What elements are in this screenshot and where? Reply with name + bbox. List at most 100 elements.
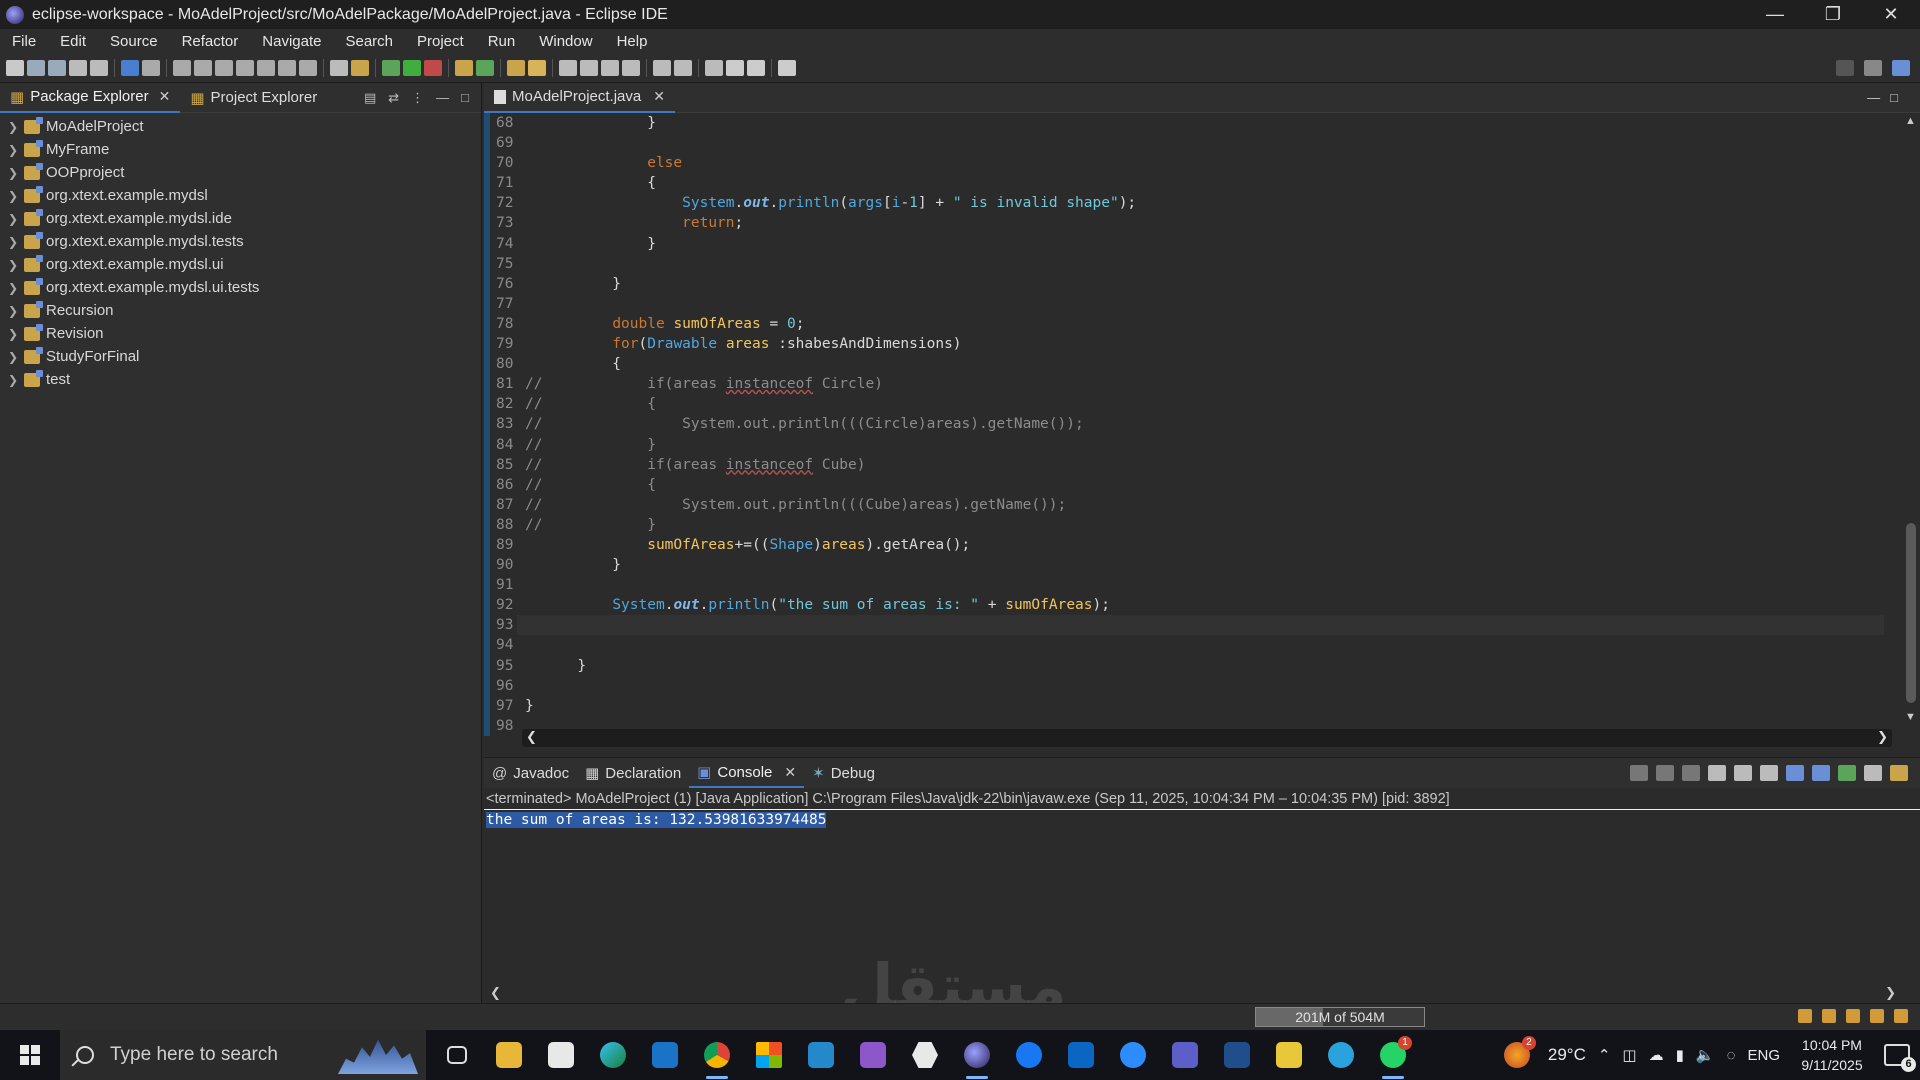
- show-on-output-icon[interactable]: [1786, 765, 1804, 781]
- pin-console-icon[interactable]: [1838, 765, 1856, 781]
- redo-icon[interactable]: [90, 59, 108, 76]
- visual-studio-button[interactable]: [854, 1036, 892, 1074]
- restore-button[interactable]: ❐: [1804, 4, 1862, 25]
- chevron-right-icon[interactable]: ❯: [8, 212, 24, 226]
- link-with-editor-icon[interactable]: ⇄: [388, 90, 399, 106]
- chevron-down-icon[interactable]: ▼: [1905, 711, 1916, 723]
- teams-button[interactable]: [1166, 1036, 1204, 1074]
- show-on-error-icon[interactable]: [1812, 765, 1830, 781]
- previous-annotation-icon[interactable]: [674, 59, 692, 76]
- run-icon[interactable]: [403, 59, 421, 76]
- menu-search[interactable]: Search: [333, 33, 405, 50]
- chevron-right-icon[interactable]: ❯: [8, 166, 24, 180]
- volume-icon[interactable]: 🔈: [1696, 1046, 1715, 1064]
- tab-project-explorer[interactable]: ▦ Project Explorer: [180, 83, 327, 113]
- status-icon[interactable]: [1798, 1009, 1812, 1023]
- disconnect-icon[interactable]: [236, 59, 254, 76]
- tree-item[interactable]: ❯ org.xtext.example.mydsl.tests: [0, 230, 481, 253]
- terminal-icon[interactable]: [121, 59, 139, 76]
- status-icon[interactable]: [1870, 1009, 1884, 1023]
- whatsapp-button[interactable]: 1: [1374, 1036, 1412, 1079]
- close-tab-icon[interactable]: ✕: [784, 764, 796, 781]
- editor-horizontal-scrollbar[interactable]: ❮ ❯: [522, 729, 1892, 747]
- code-area[interactable]: 68 } 69 70 else 71 { 72 System.out.print…: [484, 113, 1884, 737]
- chevron-up-icon[interactable]: ▲: [1905, 115, 1916, 127]
- file-explorer-button[interactable]: [490, 1036, 528, 1074]
- step-over-icon[interactable]: [278, 59, 296, 76]
- open-type-icon[interactable]: [507, 59, 525, 76]
- editor-vertical-scrollbar[interactable]: ▲ ▼: [1902, 113, 1920, 725]
- taskbar-search[interactable]: Type here to search: [60, 1030, 426, 1080]
- heap-status[interactable]: 201M of 504M: [1255, 1007, 1425, 1027]
- minimize-view-icon[interactable]: —: [436, 90, 449, 106]
- toggle-block-selection-icon[interactable]: [580, 59, 598, 76]
- scroll-lock-icon[interactable]: [1734, 765, 1752, 781]
- tab-debug[interactable]: ✶ Debug: [804, 758, 883, 788]
- remove-all-terminated-icon[interactable]: [1682, 765, 1700, 781]
- task-view-button[interactable]: [438, 1036, 476, 1074]
- status-icon[interactable]: [1822, 1009, 1836, 1023]
- drop-to-frame-icon[interactable]: [351, 59, 369, 76]
- show-whitespace-icon[interactable]: [601, 59, 619, 76]
- wifi-icon[interactable]: ◌: [1727, 1047, 1736, 1064]
- word-wrap-icon[interactable]: [1760, 765, 1778, 781]
- open-console-icon[interactable]: [1890, 765, 1908, 781]
- vscode-button[interactable]: [802, 1036, 840, 1074]
- language-indicator[interactable]: ENG: [1747, 1047, 1780, 1064]
- chevron-left-icon[interactable]: ❮: [526, 729, 537, 745]
- clock[interactable]: 10:04 PM 9/11/2025: [1792, 1035, 1872, 1075]
- forward-icon[interactable]: [747, 59, 765, 76]
- chevron-right-icon[interactable]: ❯: [1885, 985, 1896, 1001]
- tree-item[interactable]: ❯ org.xtext.example.mydsl.ui.tests: [0, 276, 481, 299]
- editor-tab[interactable]: MoAdelProject.java ✕: [484, 83, 675, 113]
- chevron-right-icon[interactable]: ❯: [1877, 729, 1888, 745]
- tab-declaration[interactable]: ▦ Declaration: [577, 758, 689, 788]
- new-java-project-icon[interactable]: [455, 59, 473, 76]
- tree-item[interactable]: ❯ Revision: [0, 322, 481, 345]
- open-perspective-icon[interactable]: [1864, 59, 1882, 76]
- java-perspective-icon[interactable]: [1892, 59, 1910, 76]
- chevron-left-icon[interactable]: ❮: [490, 985, 501, 1001]
- chevron-right-icon[interactable]: ❯: [8, 258, 24, 272]
- facebook-button[interactable]: [1010, 1036, 1048, 1074]
- start-button[interactable]: [0, 1030, 60, 1080]
- weather-button[interactable]: 2: [1498, 1036, 1536, 1074]
- office-button[interactable]: [750, 1036, 788, 1074]
- minimize-button[interactable]: —: [1746, 4, 1804, 25]
- tab-console[interactable]: ▣ Console ✕: [689, 758, 805, 788]
- sticky-app-button[interactable]: [1270, 1036, 1308, 1074]
- remove-launch-icon[interactable]: [1656, 765, 1674, 781]
- chevron-right-icon[interactable]: ❯: [8, 327, 24, 341]
- new-class-icon[interactable]: [476, 59, 494, 76]
- tree-item[interactable]: ❯ OOPproject: [0, 161, 481, 184]
- resume-icon[interactable]: [173, 59, 191, 76]
- tree-item[interactable]: ❯ Recursion: [0, 299, 481, 322]
- back-icon[interactable]: [726, 59, 744, 76]
- toggle-mark-occurrences-icon[interactable]: [559, 59, 577, 76]
- editor-view-controls[interactable]: —□: [1867, 90, 1920, 105]
- tree-item[interactable]: ❯ MyFrame: [0, 138, 481, 161]
- debug-icon[interactable]: [382, 59, 400, 76]
- pilcrow-icon[interactable]: [622, 59, 640, 76]
- status-icon[interactable]: [1846, 1009, 1860, 1023]
- display-console-icon[interactable]: [1864, 765, 1882, 781]
- menu-file[interactable]: File: [0, 33, 48, 50]
- chevron-up-icon[interactable]: ⌃: [1598, 1046, 1611, 1064]
- scrollbar-thumb[interactable]: [1906, 523, 1916, 703]
- tab-package-explorer[interactable]: ▦ Package Explorer ✕: [0, 82, 181, 113]
- new-icon[interactable]: [6, 59, 24, 76]
- tab-javadoc[interactable]: @ Javadoc: [484, 758, 577, 788]
- pin-editor-icon[interactable]: [778, 59, 796, 76]
- console-output-line[interactable]: the sum of areas is: 132.53981633974485: [486, 812, 827, 828]
- meet-now-icon[interactable]: ◫: [1622, 1046, 1636, 1064]
- notification-icon[interactable]: 6: [1884, 1044, 1916, 1072]
- menu-project[interactable]: Project: [405, 33, 476, 50]
- terminate-icon[interactable]: [215, 59, 233, 76]
- search-tool-icon[interactable]: [528, 59, 546, 76]
- edge-button[interactable]: [594, 1036, 632, 1074]
- step-return-icon[interactable]: [299, 59, 317, 76]
- skip-breakpoints-icon[interactable]: [142, 59, 160, 76]
- tree-item[interactable]: ❯ StudyForFinal: [0, 345, 481, 368]
- chevron-right-icon[interactable]: ❯: [8, 304, 24, 318]
- chrome-button[interactable]: [698, 1036, 736, 1079]
